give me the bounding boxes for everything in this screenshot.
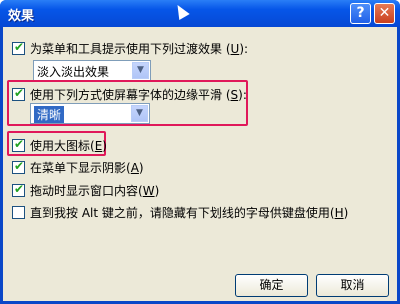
large-icons-hotkey-close: ) bbox=[102, 138, 107, 153]
dialog-body: ✔ 为菜单和工具提示使用下列过渡效果 (U): 淡入淡出效果 ▼ ✔ 使用下列方… bbox=[3, 27, 397, 301]
large-icons-hotkey: E bbox=[94, 138, 103, 153]
menu-effect-hotkey-open: ( bbox=[222, 41, 231, 56]
dialog-title: 效果 bbox=[8, 9, 35, 24]
drag-content-option[interactable]: ✔ 拖动时显示窗口内容 (W) bbox=[12, 182, 159, 199]
menu-effect-select-value: 淡入淡出效果 bbox=[37, 65, 110, 79]
large-icons-option[interactable]: ✔ 使用大图标 (E) bbox=[12, 137, 107, 154]
ok-button[interactable]: 确定 bbox=[235, 274, 308, 297]
cancel-button[interactable]: 取消 bbox=[316, 274, 389, 297]
effects-dialog: 效果 ? ✕ ✔ 为菜单和工具提示使用下列过渡效果 (U): 淡入淡出效果 ▼ … bbox=[0, 0, 400, 304]
check-icon: ✔ bbox=[14, 137, 25, 151]
font-smooth-hotkey: S bbox=[230, 87, 239, 102]
font-smooth-checkbox[interactable]: ✔ bbox=[12, 86, 25, 101]
menu-effect-select[interactable]: 淡入淡出效果 ▼ bbox=[33, 60, 151, 81]
title-bar: 效果 ? ✕ bbox=[0, 0, 400, 27]
help-button[interactable]: ? bbox=[350, 3, 371, 24]
menu-shadow-label: 在菜单下显示阴影 bbox=[30, 161, 127, 175]
menu-shadow-checkbox[interactable]: ✔ bbox=[12, 159, 25, 174]
font-smooth-option[interactable]: ✔ 使用下列方式使屏幕字体的边缘平滑 (S): bbox=[12, 86, 247, 103]
check-icon: ✔ bbox=[14, 159, 25, 173]
menu-shadow-hotkey: A bbox=[130, 160, 139, 175]
font-smooth-hotkey-close: ): bbox=[238, 87, 247, 102]
menu-effect-hotkey: U bbox=[230, 41, 240, 56]
hide-underline-label: 直到我按 Alt 键之前，请隐藏有下划线的字母供键盘使用 bbox=[30, 206, 330, 220]
large-icons-checkbox[interactable]: ✔ bbox=[12, 137, 25, 152]
chevron-down-icon[interactable]: ▼ bbox=[131, 105, 148, 122]
drag-content-hotkey-close: ) bbox=[154, 183, 160, 198]
font-smooth-select-value: 清晰 bbox=[34, 106, 65, 123]
drag-content-checkbox[interactable]: ✔ bbox=[12, 182, 25, 197]
check-icon: ✔ bbox=[14, 182, 25, 196]
check-icon: ✔ bbox=[14, 86, 25, 100]
menu-effect-checkbox[interactable]: ✔ bbox=[12, 40, 25, 55]
menu-effect-label: 为菜单和工具提示使用下列过渡效果 bbox=[30, 42, 223, 56]
hide-underline-option[interactable]: 直到我按 Alt 键之前，请隐藏有下划线的字母供键盘使用 (H) bbox=[12, 204, 348, 221]
hide-underline-hotkey-close: ) bbox=[343, 205, 349, 220]
drag-content-label: 拖动时显示窗口内容 bbox=[30, 184, 139, 198]
menu-shadow-hotkey-close: ) bbox=[138, 160, 144, 175]
menu-effect-hotkey-close: ): bbox=[239, 41, 249, 56]
menu-shadow-option[interactable]: ✔ 在菜单下显示阴影 (A) bbox=[12, 159, 144, 176]
hide-underline-hotkey: H bbox=[334, 205, 344, 220]
font-smooth-select[interactable]: 清晰 ▼ bbox=[30, 103, 150, 124]
menu-effect-option[interactable]: ✔ 为菜单和工具提示使用下列过渡效果 (U): bbox=[12, 40, 248, 57]
font-smooth-hotkey-open: ( bbox=[222, 87, 231, 102]
mouse-cursor-icon bbox=[172, 1, 190, 21]
drag-content-hotkey: W bbox=[142, 183, 155, 198]
chevron-down-icon[interactable]: ▼ bbox=[132, 62, 149, 79]
font-smooth-label: 使用下列方式使屏幕字体的边缘平滑 bbox=[30, 88, 223, 102]
hide-underline-checkbox[interactable] bbox=[12, 206, 25, 219]
close-button[interactable]: ✕ bbox=[374, 3, 395, 24]
large-icons-label: 使用大图标 bbox=[30, 139, 91, 153]
check-icon: ✔ bbox=[14, 40, 25, 54]
